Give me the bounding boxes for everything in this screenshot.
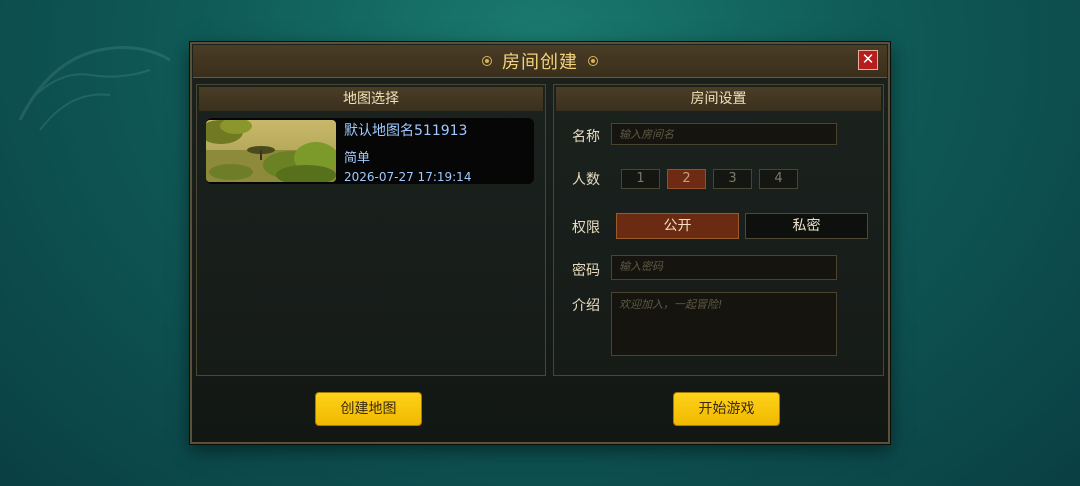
player-count-3-button[interactable]: 3 xyxy=(713,169,752,189)
player-count-1-button[interactable]: 1 xyxy=(621,169,660,189)
players-label: 人数 xyxy=(572,172,600,188)
title-ornament-right-icon xyxy=(588,56,598,66)
permission-public-button[interactable]: 公开 xyxy=(616,213,739,239)
map-date: 2026-07-27 17:19:14 xyxy=(344,170,472,184)
dialog-title: 房间创建 xyxy=(502,52,578,73)
permission-private-button[interactable]: 私密 xyxy=(745,213,868,239)
title-ornament-left-icon xyxy=(482,56,492,66)
map-list-item[interactable]: 默认地图名511913 简单 2026-07-27 17:19:14 xyxy=(206,118,534,184)
player-count-4-button[interactable]: 4 xyxy=(759,169,798,189)
intro-textarea[interactable]: 欢迎加入，一起冒险! xyxy=(611,292,837,356)
dialog-titlebar: 房间创建 ✕ xyxy=(193,45,887,78)
name-label: 名称 xyxy=(572,129,600,145)
room-settings-panel: 房间设置 名称 输入房间名 人数 1 2 3 4 权限 公开 私密 密码 输入密… xyxy=(553,84,884,376)
intro-label: 介绍 xyxy=(572,298,600,314)
room-name-input[interactable]: 输入房间名 xyxy=(611,123,837,145)
map-panel-header: 地图选择 xyxy=(199,87,543,111)
background-decoration xyxy=(18,46,171,131)
map-difficulty: 简单 xyxy=(344,151,371,166)
room-create-dialog: 房间创建 ✕ 地图选择 默认地图名511913 简单 2026-07-27 17… xyxy=(190,42,890,444)
start-game-button[interactable]: 开始游戏 xyxy=(673,392,780,426)
password-input[interactable]: 输入密码 xyxy=(611,255,837,280)
close-button[interactable]: ✕ xyxy=(858,50,878,70)
create-map-button[interactable]: 创建地图 xyxy=(315,392,422,426)
permission-label: 权限 xyxy=(572,220,600,236)
password-label: 密码 xyxy=(572,263,600,279)
map-thumbnail xyxy=(206,120,336,182)
room-name-placeholder: 输入房间名 xyxy=(619,128,674,141)
player-count-2-button[interactable]: 2 xyxy=(667,169,706,189)
map-info: 默认地图名511913 简单 2026-07-27 17:19:14 xyxy=(336,118,471,184)
settings-panel-header: 房间设置 xyxy=(556,87,881,111)
map-select-panel: 地图选择 默认地图名511913 简单 2026-07-27 17:19:14 xyxy=(196,84,546,376)
password-placeholder: 输入密码 xyxy=(619,260,663,273)
map-name: 默认地图名511913 xyxy=(344,123,468,139)
